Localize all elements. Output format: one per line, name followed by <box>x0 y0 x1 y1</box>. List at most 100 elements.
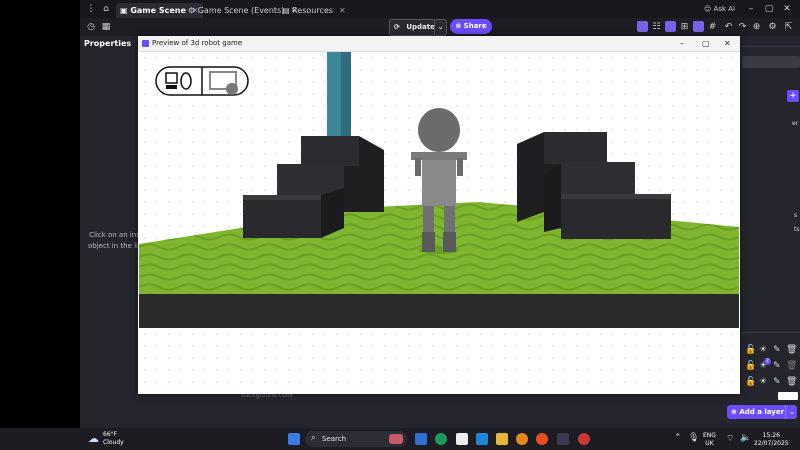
maximize-icon[interactable]: ▢ <box>764 3 774 15</box>
title-bar: ⋮ ⌂ ▣ Game Scene ✕ ⚙ Game Scene (Events) ✕… <box>80 0 800 18</box>
maximize-icon[interactable]: ▢ <box>702 36 710 51</box>
volume-icon[interactable]: 🔈 <box>740 433 751 443</box>
close-icon[interactable]: ✕ <box>339 6 346 15</box>
tab-label: Resources <box>292 6 333 15</box>
gdevelop-logo-icon <box>142 40 149 47</box>
lock-icon[interactable]: 🔓 <box>745 345 756 355</box>
tab-label: Game Scene <box>130 6 186 15</box>
share-button[interactable]: ⊕ Share <box>450 19 492 34</box>
home-icon[interactable]: ⌂ <box>100 3 112 15</box>
task-view-icon[interactable] <box>415 433 427 445</box>
chevron-down-icon[interactable]: ⌄ <box>785 405 798 419</box>
layers-icon[interactable] <box>693 21 704 32</box>
divider <box>742 46 800 47</box>
add-object-button[interactable]: + <box>787 90 799 102</box>
layer-row[interactable]: 🔓 ☀ ✎ 🗑 <box>740 377 800 393</box>
layer-row[interactable]: 🔓 ☀ 2 ✎ 🗑 <box>740 358 800 377</box>
robot-icon: ☺ <box>704 5 714 13</box>
chrome-icon[interactable] <box>435 433 447 445</box>
weather-temp: 66°F <box>103 431 118 438</box>
desktop-background <box>0 0 80 428</box>
pencil-icon[interactable]: ✎ <box>773 361 781 371</box>
pencil-icon[interactable]: ✎ <box>773 377 781 387</box>
game-preview-window: Preview of 3d robot game – ▢ ✕ <box>138 36 740 394</box>
object-name-fragment: er <box>792 120 799 127</box>
undo-icon[interactable]: ↶ <box>723 21 734 33</box>
close-window-icon[interactable]: ✕ <box>782 3 792 15</box>
firefox-icon[interactable] <box>536 433 548 445</box>
cloud-icon[interactable]: ☁ <box>88 432 99 445</box>
settings-icon[interactable]: ⚙ <box>767 21 778 33</box>
trash-icon[interactable]: 🗑 <box>786 377 797 387</box>
divider <box>740 332 800 333</box>
ask-ai-button[interactable]: ☺ Ask AI <box>704 3 744 15</box>
minimize-icon[interactable]: – <box>680 36 684 51</box>
search-objects-input[interactable] <box>742 56 800 68</box>
objects-panel-icon[interactable] <box>637 21 648 32</box>
tab-resources[interactable]: ▤ Resources ✕ <box>278 3 350 18</box>
microphone-icon[interactable]: 🎙 <box>688 433 699 443</box>
blender-icon[interactable] <box>516 433 528 445</box>
controls-indicator[interactable] <box>155 66 249 96</box>
game-canvas[interactable] <box>139 52 739 392</box>
chevron-down-icon: ⌄ <box>437 23 444 31</box>
refresh-icon: ⟳ <box>394 23 400 31</box>
lock-icon[interactable]: 🔓 <box>745 377 756 387</box>
close-icon[interactable]: ✕ <box>724 36 731 51</box>
clock[interactable]: 15:26 22/07/2025 <box>754 432 789 448</box>
chevron-up-icon[interactable]: ⌃ <box>674 433 682 443</box>
menu-icon[interactable]: ⋮ <box>85 3 97 15</box>
edit-icon[interactable] <box>665 21 676 32</box>
gdevelop-icon[interactable] <box>557 433 569 445</box>
update-dropdown-button[interactable]: ⌄ <box>434 19 447 36</box>
object-name-fragment: s <box>794 212 798 219</box>
light-icon[interactable]: ☀ <box>759 377 767 387</box>
wifi-icon[interactable]: ⌔ <box>726 433 734 444</box>
ask-ai-label: Ask AI <box>713 5 736 13</box>
grid-icon[interactable]: # <box>707 21 718 33</box>
language-indicator[interactable]: ENG UK <box>703 432 716 448</box>
zoom-icon[interactable]: ⊕ <box>751 21 762 33</box>
properties-title: Properties <box>84 39 132 48</box>
objects-layers-panel: + er s ts 🔓 ☀ ✎ 🗑 🔓 ☀ 2 ✎ 🗑 🔓 ☀ ✎ 🗑 <box>740 36 800 428</box>
file-explorer-icon[interactable] <box>496 433 508 445</box>
history-icon[interactable]: ◷ <box>85 21 97 33</box>
share-label: Share <box>463 22 487 30</box>
light-icon[interactable]: ☀ <box>759 345 767 355</box>
tab-icon: ▣ <box>120 6 131 15</box>
tab-icon: ⚙ <box>188 6 198 15</box>
windows-start-icon[interactable] <box>288 433 300 445</box>
trash-icon[interactable]: 🗑 <box>786 361 797 371</box>
lock-icon[interactable]: 🔓 <box>745 361 756 371</box>
ground-edge <box>139 294 739 328</box>
search-bar[interactable]: ⌕ <box>305 431 407 447</box>
obs-icon[interactable] <box>578 433 590 445</box>
search-label: Search <box>322 435 347 443</box>
trash-icon[interactable]: 🗑 <box>786 345 797 355</box>
project-icon[interactable]: ▦ <box>100 21 112 33</box>
export-icon[interactable]: ⇱ <box>783 21 794 33</box>
touch-hand-icon <box>226 83 238 95</box>
search-highlight-icon <box>389 434 403 444</box>
preview-title-bar: Preview of 3d robot game – ▢ ✕ <box>138 36 740 52</box>
pencil-icon[interactable]: ✎ <box>773 345 781 355</box>
update-button[interactable]: ⟳ Update <box>389 19 436 36</box>
update-label: Update <box>406 23 435 31</box>
add-instance-icon[interactable]: ⊞ <box>679 21 690 33</box>
object-name-fragment: ts <box>794 226 800 233</box>
redo-icon[interactable]: ↷ <box>737 21 748 33</box>
store-icon[interactable] <box>456 433 468 445</box>
game-scene-render <box>139 52 739 392</box>
add-layer-button[interactable]: ⊕ Add a layer ⌄ <box>727 405 797 419</box>
globe-icon: ⊕ <box>455 22 462 30</box>
weather-widget[interactable]: 66°F Cloudy <box>103 431 124 447</box>
add-layer-label: Add a layer <box>739 408 785 416</box>
minimize-icon[interactable]: – <box>746 3 756 15</box>
tab-label: Game Scene (Events) <box>197 6 285 15</box>
keyboard-icon-base <box>166 85 177 89</box>
background-color-swatch[interactable] <box>778 392 798 400</box>
edge-icon[interactable] <box>476 433 488 445</box>
language-code: ENG <box>703 432 716 439</box>
groups-icon[interactable]: ☷ <box>651 21 662 33</box>
search-icon: ⌕ <box>311 433 316 442</box>
